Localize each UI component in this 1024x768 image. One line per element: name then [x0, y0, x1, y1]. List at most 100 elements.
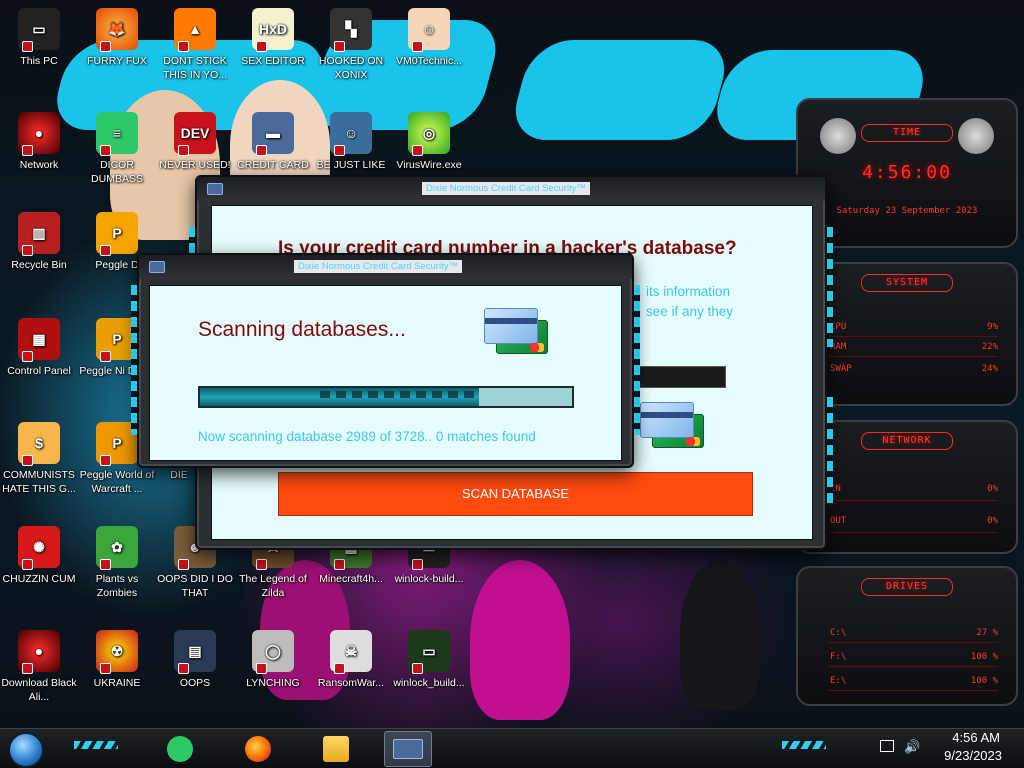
shortcut-badge-icon: [22, 145, 33, 156]
desktop-icon-vm0technic[interactable]: ☺ VM0Technic...: [390, 8, 468, 68]
shortcut-badge-icon: [178, 559, 189, 570]
vm0technic-icon: ☺: [408, 8, 450, 52]
drive-row-c: C:\ 27 %: [830, 628, 998, 638]
start-button[interactable]: [8, 732, 44, 768]
furry-fux-icon: 🦊: [96, 8, 138, 52]
control-panel-icon: ▦: [18, 318, 60, 362]
shortcut-badge-icon: [256, 663, 267, 674]
network-icon: ●: [18, 112, 60, 156]
desktop-icon-dicor-dumbass[interactable]: ≡ DICOR DUMBASS: [78, 112, 156, 186]
drive-row-f: F:\ 100 %: [830, 652, 998, 662]
back-window-title: Dixie Normous Credit Card Security™: [422, 182, 590, 195]
shortcut-badge-icon: [178, 41, 189, 52]
desktop-icon-download-black[interactable]: ● Download Black Ali...: [0, 630, 78, 704]
desktop-icon-pvz[interactable]: ✿ Plants vs Zombies: [78, 526, 156, 600]
desktop-icon-recycle-bin[interactable]: ▥ Recycle Bin: [0, 212, 78, 272]
desktop-icon-hooked-on-xonix[interactable]: ▚ HOOKED ON XONIX: [312, 8, 390, 82]
desktop-icon-furry-fux[interactable]: 🦊 FURRY FUX: [78, 8, 156, 68]
gadget-system-title: SYSTEM: [861, 274, 953, 292]
this-pc-icon: ▭: [18, 8, 60, 52]
taskbar-app-credit-card[interactable]: [384, 731, 432, 767]
pvz-icon: ✿: [96, 526, 138, 570]
drive-row-e: E:\ 100 %: [830, 676, 998, 686]
desktop-icon-label: OOPS DID I DO THAT: [157, 573, 233, 599]
peggle-d-icon: P: [96, 212, 138, 256]
taskbar-app-notes[interactable]: [156, 731, 204, 767]
shortcut-badge-icon: [334, 145, 345, 156]
desktop-icon-control-panel[interactable]: ▦ Control Panel: [0, 318, 78, 378]
desktop-icon-oops[interactable]: ▤ OOPS: [156, 630, 234, 690]
desktop-icon-label: DONT STICK THIS IN YO...: [163, 55, 227, 81]
card-number-input[interactable]: [634, 366, 726, 388]
scan-progress-bar: [198, 386, 574, 408]
gadget-clock: 4:56:00: [862, 162, 952, 183]
desktop-icon-dont-stick[interactable]: ▲ DONT STICK THIS IN YO...: [156, 8, 234, 82]
shortcut-badge-icon: [334, 41, 345, 52]
alien-logo-icon: [820, 118, 856, 154]
back-window-text-1: its information: [646, 284, 731, 299]
network-tray-icon[interactable]: [880, 740, 894, 752]
credit-card-icon: [207, 183, 223, 195]
firefox-icon: [245, 736, 271, 762]
scan-status-text: Now scanning database 2989 of 3728.. 0 m…: [198, 429, 536, 444]
desktop-icon-never-used[interactable]: DEV NEVER USED!: [156, 112, 234, 172]
desktop-icon-viruswire[interactable]: ◎ VirusWire.exe: [390, 112, 468, 172]
communists-icon: $: [18, 422, 60, 466]
scanning-heading: Scanning databases...: [198, 318, 406, 341]
volume-tray-icon[interactable]: 🔊: [904, 740, 920, 755]
credit-card-icon: [393, 739, 423, 759]
desktop-icon-be-just-like[interactable]: ☺ BE JUST LIKE: [312, 112, 390, 172]
back-window-titlebar[interactable]: Dixie Normous Credit Card Security™: [197, 177, 825, 201]
network-row-out: OUT 0%: [830, 516, 998, 526]
hooked-on-xonix-icon: ▚: [330, 8, 372, 52]
dont-stick-icon: ▲: [174, 8, 216, 52]
gadget-time-panel: TIME 4:56:00 Saturday 23 September 2023: [796, 98, 1018, 248]
taskbar: 🔊 4:56 AM 9/23/2023: [0, 728, 1024, 768]
desktop-icon-label: BE JUST LIKE: [316, 159, 386, 171]
desktop-icon-winlock2[interactable]: ▭ winlock_build...: [390, 630, 468, 690]
desktop-icon-this-pc[interactable]: ▭ This PC: [0, 8, 78, 68]
desktop-icon-sex-editor[interactable]: HxD SEX EDITOR: [234, 8, 312, 68]
gadget-drives-title: DRIVES: [861, 578, 953, 596]
scan-database-button[interactable]: SCAN DATABASE: [278, 472, 753, 516]
desktop-icon-lynching[interactable]: ◯ LYNCHING: [234, 630, 312, 690]
be-just-like-icon: ☺: [330, 112, 372, 156]
shortcut-badge-icon: [22, 663, 33, 674]
winlock2-icon: ▭: [408, 630, 450, 674]
shortcut-badge-icon: [178, 145, 189, 156]
desktop-icon-communists[interactable]: $ COMMUNISTS HATE THIS G...: [0, 422, 78, 496]
network-row-in: IN 0%: [830, 484, 998, 494]
scanning-window-titlebar[interactable]: Dixie Normous Credit Card Security™: [139, 255, 632, 279]
desktop-icon-label: DICOR DUMBASS: [91, 159, 143, 185]
taskbar-app-firefox[interactable]: [234, 731, 282, 767]
desktop-icon-chuzzin[interactable]: ✺ CHUZZIN CUM: [0, 526, 78, 586]
desktop-icon-label: HOOKED ON XONIX: [318, 55, 384, 81]
sex-editor-icon: HxD: [252, 8, 294, 52]
desktop-icon-network[interactable]: ● Network: [0, 112, 78, 172]
shortcut-badge-icon: [22, 455, 33, 466]
desktop-icon-credit-card[interactable]: ▬ CREDIT CARD: [234, 112, 312, 172]
taskbar-clock-date[interactable]: 9/23/2023: [944, 748, 1002, 763]
shortcut-badge-icon: [22, 245, 33, 256]
desktop-icon-label: COMMUNISTS HATE THIS G...: [2, 469, 76, 495]
recycle-bin-icon: ▥: [18, 212, 60, 256]
desktop-icon-label: CREDIT CARD: [237, 159, 309, 171]
taskbar-app-explorer[interactable]: [312, 731, 360, 767]
shortcut-badge-icon: [100, 559, 111, 570]
scanning-window[interactable]: Dixie Normous Credit Card Security™ Scan…: [131, 253, 640, 468]
desktop-icon-label: Download Black Ali...: [1, 677, 77, 703]
gadget-time-title: TIME: [861, 124, 953, 142]
credit-card-icon: [640, 402, 706, 450]
desktop-icon-ransomwar[interactable]: ☠ RansomWar...: [312, 630, 390, 690]
desktop-icon-ukraine[interactable]: ☢ UKRAINE: [78, 630, 156, 690]
shortcut-badge-icon: [256, 559, 267, 570]
shortcut-badge-icon: [256, 145, 267, 156]
scan-progress-fill: [200, 388, 479, 406]
lynching-icon: ◯: [252, 630, 294, 674]
back-window-text-2: see if any they: [646, 304, 734, 319]
credit-card-icon: [484, 308, 550, 356]
shortcut-badge-icon: [334, 559, 345, 570]
taskbar-clock-time[interactable]: 4:56 AM: [952, 730, 1000, 745]
shortcut-badge-icon: [412, 145, 423, 156]
desktop-icon-label: CHUZZIN CUM: [2, 573, 76, 585]
